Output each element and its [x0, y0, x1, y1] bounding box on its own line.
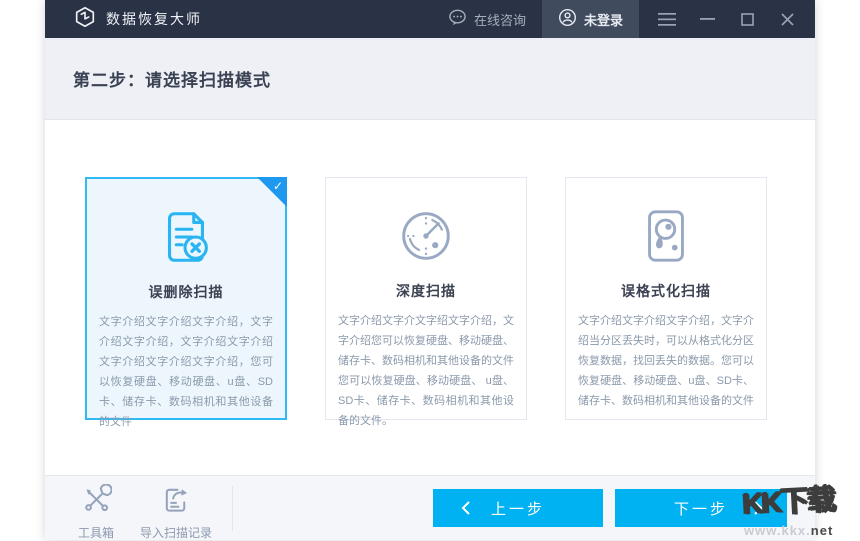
card-title: 深度扫描 — [326, 281, 526, 301]
titlebar: 数据恢复大师 在线咨询 — [45, 0, 815, 38]
hamburger-menu-icon[interactable] — [647, 0, 687, 38]
radar-icon — [326, 204, 526, 268]
maximize-icon[interactable] — [727, 0, 767, 38]
toolbox-icon — [81, 484, 112, 520]
brand: 数据恢复大师 — [73, 5, 202, 34]
login-status-label: 未登录 — [584, 10, 623, 29]
window-controls — [639, 0, 815, 38]
online-service-button[interactable]: 在线咨询 — [432, 0, 542, 38]
card-description: 文字介绍文字介绍文字介绍，文字介绍文字介绍，文字介绍文字介绍文字介绍文字介绍文字… — [99, 312, 273, 432]
import-scan-record-button[interactable]: 导入扫描记录 — [140, 484, 212, 541]
prev-step-label: 上一步 — [491, 498, 545, 519]
prev-step-button[interactable]: 上一步 — [433, 489, 603, 527]
chevron-left-icon — [461, 500, 471, 520]
check-icon: ✓ — [273, 179, 283, 193]
footer: 工具箱 导入扫描记录 上一步 下一步 — [45, 475, 815, 540]
card-title: 误格式化扫描 — [566, 281, 766, 301]
user-icon — [558, 8, 577, 30]
card-description: 文字介绍文字介文字绍文字介绍，文字介绍您可以恢复硬盘、移动硬盘、储存卡、数码相机… — [338, 311, 514, 431]
toolbox-button[interactable]: 工具箱 — [78, 484, 114, 541]
card-description: 文字介绍文字介绍文字介绍，文字介绍当分区丢失时，可以从格式化分区恢复数据，找回丢… — [578, 311, 754, 411]
app-title: 数据恢复大师 — [106, 9, 202, 29]
card-deleted-scan[interactable]: ✓ 误删除扫描 文字介绍文字介绍文字介绍，文字介绍文字介绍，文字介绍文字介绍文字… — [85, 177, 287, 420]
document-delete-icon — [87, 205, 285, 269]
app-window: 数据恢复大师 在线咨询 — [45, 0, 815, 540]
card-deep-scan[interactable]: 深度扫描 文字介绍文字介文字绍文字介绍，文字介绍您可以恢复硬盘、移动硬盘、储存卡… — [325, 177, 527, 420]
online-service-label: 在线咨询 — [474, 10, 526, 29]
disk-format-icon — [566, 204, 766, 268]
app-logo-icon — [73, 5, 97, 34]
step-title: 第二步：请选择扫描模式 — [73, 66, 271, 91]
footer-divider — [232, 486, 233, 531]
scan-mode-content: ✓ 误删除扫描 文字介绍文字介绍文字介绍，文字介绍文字介绍，文字介绍文字介绍文字… — [45, 120, 815, 475]
toolbox-label: 工具箱 — [78, 524, 114, 541]
card-format-scan[interactable]: 误格式化扫描 文字介绍文字介绍文字介绍，文字介绍当分区丢失时，可以从格式化分区恢… — [565, 177, 767, 420]
chat-bubble-icon — [448, 8, 467, 30]
chevron-right-icon — [753, 500, 763, 520]
step-header: 第二步：请选择扫描模式 — [45, 38, 815, 120]
close-icon[interactable] — [767, 0, 807, 38]
next-step-label: 下一步 — [674, 498, 728, 519]
login-button[interactable]: 未登录 — [542, 0, 639, 38]
minimize-icon[interactable] — [687, 0, 727, 38]
card-title: 误删除扫描 — [87, 282, 285, 302]
import-record-label: 导入扫描记录 — [140, 524, 212, 541]
scan-mode-cards: ✓ 误删除扫描 文字介绍文字介绍文字介绍，文字介绍文字介绍，文字介绍文字介绍文字… — [85, 177, 767, 420]
import-record-icon — [161, 484, 192, 520]
next-step-button[interactable]: 下一步 — [615, 489, 787, 527]
